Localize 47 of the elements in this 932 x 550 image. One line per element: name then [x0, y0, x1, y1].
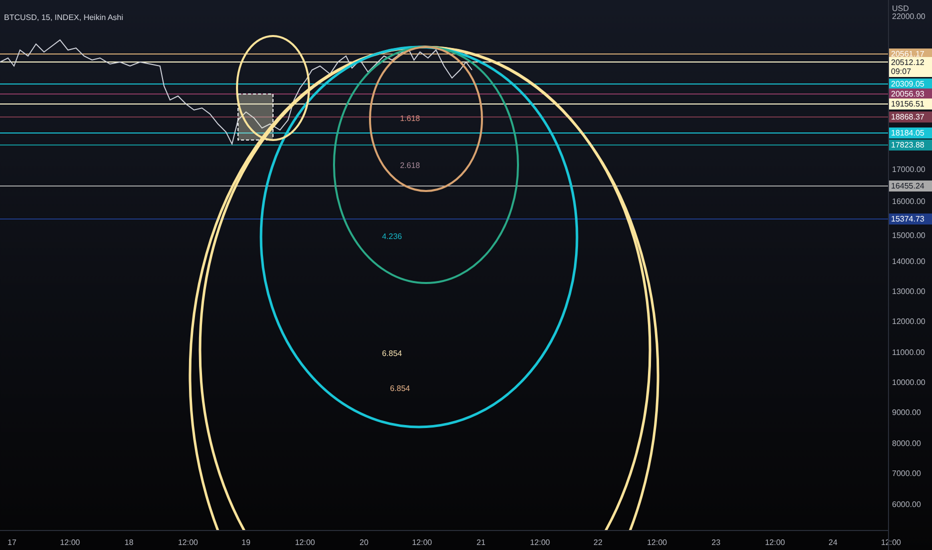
price-value: 20309.05 — [891, 80, 926, 88]
time-axis-label: 22 — [594, 537, 602, 549]
price-value: 15374.73 — [891, 214, 926, 224]
time-axis-label: 12:00 — [412, 537, 432, 549]
price-tick-label: 11000.00 — [892, 347, 925, 359]
time-axis-label: 21 — [476, 537, 486, 549]
price-value: 18868.37 — [891, 112, 926, 122]
dashed-rectangle — [238, 94, 274, 140]
time-axis-label: 12:00 — [60, 537, 80, 549]
price-tick-label: 6000.00 — [892, 499, 921, 511]
time-axis-label: 12:00 — [178, 537, 198, 549]
time-axis-label: 17 — [8, 537, 16, 549]
price-tick-label: 16000.00 — [892, 196, 926, 208]
fib-level-label: 2.618 — [400, 161, 420, 170]
price-tick-label: 17000.00 — [892, 164, 926, 176]
time-axis-label: 12:00 — [764, 537, 786, 549]
price-value: 20561.17 — [891, 50, 926, 58]
price-value: 20056.93 — [891, 90, 926, 98]
price-tick-label: 12000.00 — [892, 316, 926, 328]
price-value: 16455.24 — [891, 182, 926, 190]
price-value: 19156.51 — [891, 100, 926, 108]
fib-level-label: 6.854 — [382, 349, 402, 358]
price-tick-label: 9000.00 — [892, 407, 921, 419]
countdown-time: 09:07 — [891, 67, 912, 76]
price-value: 20512.12 — [891, 58, 926, 67]
time-axis-label: 24 — [828, 537, 838, 549]
time-axis-label: 12:00 — [530, 537, 550, 549]
chart-title: BTCUSD, 15, INDEX, Heikin Ashi — [4, 13, 124, 22]
fib-level-label: 4.236 — [382, 232, 402, 242]
time-axis-label: 12:00 — [646, 537, 668, 549]
price-tick-label: 22000.00 — [892, 12, 926, 23]
price-tick-label: 7000.00 — [892, 468, 921, 480]
price-tick-label: 10000.00 — [892, 377, 926, 389]
price-tick-label: 8000.00 — [892, 438, 921, 450]
time-axis-label: 12:00 — [294, 537, 316, 549]
price-tick-label: 13000.00 — [892, 286, 926, 298]
time-axis-label: 19 — [242, 537, 250, 549]
price-value: 18184.05 — [891, 128, 926, 138]
time-axis-label: 23 — [712, 537, 720, 549]
price-tick-label: 14000.00 — [892, 256, 926, 268]
price-value: 17823.88 — [891, 140, 926, 150]
time-axis-label: 18 — [124, 537, 134, 549]
time-axis-label: 20 — [360, 537, 368, 549]
fib-level-label: 1.618 — [400, 114, 420, 124]
fib-level-label: 6.854 — [390, 384, 410, 394]
currency-label: USD — [892, 3, 909, 13]
price-tick-label: 15000.00 — [892, 230, 926, 242]
